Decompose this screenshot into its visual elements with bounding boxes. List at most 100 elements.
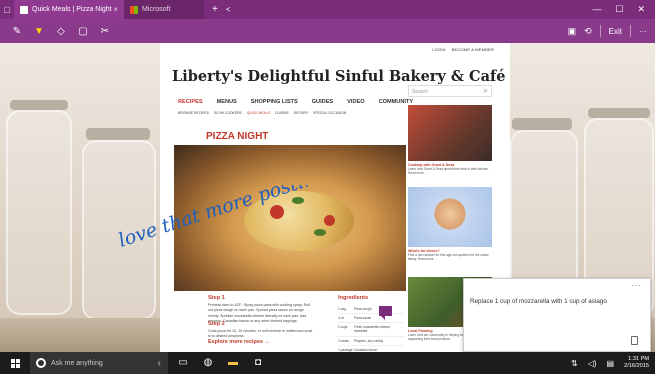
nav-menus[interactable]: MENUS (217, 99, 237, 105)
edge-browser-icon[interactable]: ◍ (201, 356, 215, 370)
file-explorer-icon[interactable]: ▬ (226, 356, 240, 370)
tab-scroll-back-button[interactable]: < (226, 5, 231, 14)
table-row: 4 oz Pizza sauce (338, 314, 404, 324)
microphone-icon[interactable]: ♀ (156, 359, 162, 368)
ingredient-qty: 2 cups (338, 325, 348, 330)
ingredient-qty: 4 oz (338, 316, 345, 321)
restore-button[interactable]: ☐ (615, 4, 623, 15)
subnav-special-occasion[interactable]: SPECIAL OCCASION (313, 111, 346, 115)
tab-label: Microsoft (142, 6, 171, 13)
eraser-icon[interactable]: ◇ (50, 26, 72, 37)
login-link[interactable]: LOGIN (432, 47, 445, 52)
more-button[interactable]: ··· (639, 27, 647, 36)
clip-icon[interactable]: ✂ (94, 26, 116, 37)
subnav-quick-meals[interactable]: QUICK MEALS (247, 111, 270, 115)
delete-note-icon[interactable] (631, 336, 638, 345)
task-view-icon[interactable]: ▭ (176, 356, 190, 370)
cortana-placeholder: Ask me anything (51, 359, 103, 367)
close-window-button[interactable]: ✕ (637, 4, 645, 15)
tab-microsoft[interactable]: Microsoft (124, 0, 204, 19)
jar-lid (86, 128, 150, 140)
jar-lid (10, 100, 68, 110)
side-card-image (408, 187, 492, 247)
divider (630, 25, 631, 37)
microsoft-logo-icon (130, 5, 138, 14)
tab-preview-icon[interactable]: ▢ (0, 3, 14, 17)
step2-title: Step 2 (208, 321, 225, 327)
cortana-icon (36, 358, 46, 368)
sub-nav: BROWSE RECIPES SLOW COOKERS QUICK MEALS … (178, 111, 346, 115)
subnav-browse-recipes[interactable]: BROWSE RECIPES (178, 111, 209, 115)
action-center-icon[interactable]: ▤ (607, 359, 615, 368)
tomato-topping (270, 205, 284, 219)
table-row: 1 bag Pizza dough (338, 305, 404, 315)
minimize-button[interactable]: — (592, 4, 601, 15)
nav-video[interactable]: VIDEO (347, 99, 364, 105)
glass-jar (82, 140, 156, 320)
tomato-topping (324, 215, 335, 226)
pizza-hero-image (174, 145, 406, 291)
ingredients-title: Ingredients (338, 295, 369, 301)
cortana-search-box[interactable]: Ask me anything ♀ (30, 352, 168, 374)
search-input[interactable]: Search ⌕ (408, 85, 492, 97)
nav-shopping-lists[interactable]: SHOPPING LISTS (251, 99, 298, 105)
jar-lid (588, 108, 650, 118)
page-favicon-icon (20, 5, 28, 14)
clock[interactable]: 1:31 PM 2/16/2015 (624, 356, 649, 370)
side-card[interactable]: Cooking with Grant & Desa Learn how Gran… (408, 105, 492, 176)
note-marker-icon[interactable] (379, 306, 392, 320)
jar-lid (512, 118, 572, 130)
save-icon[interactable]: ▣ (568, 26, 577, 37)
tab-bar: ▢ Quick Meals | Pizza Night × Microsoft … (0, 0, 655, 19)
ingredient-item: Peppers, any variety (354, 338, 384, 343)
subnav-slow-cookers[interactable]: SLOW COOKERS (214, 111, 242, 115)
web-page: LOGIN BECOME A MEMBER Liberty's Delightf… (160, 43, 510, 365)
exit-button[interactable]: Exit (609, 27, 622, 36)
pen-icon[interactable]: ✎ (6, 26, 28, 37)
subnav-cuisine[interactable]: CUISINE (275, 111, 289, 115)
taskbar-apps: ▭ ◍ ▬ ◘ (176, 356, 265, 370)
table-row: 2 whole Peppers, any variety (338, 337, 404, 346)
ingredient-item: Pizza dough (354, 307, 372, 311)
basil-topping (314, 229, 326, 236)
tab-close-icon[interactable]: × (113, 5, 118, 14)
glass-jar (6, 110, 72, 315)
search-icon[interactable]: ⌕ (484, 86, 488, 96)
screen: ▢ Quick Meals | Pizza Night × Microsoft … (0, 0, 655, 374)
clock-date: 2/16/2015 (624, 363, 649, 369)
windows-logo-icon (10, 358, 20, 368)
subnav-dietary[interactable]: DIETARY (294, 111, 308, 115)
store-icon[interactable]: ◘ (251, 356, 265, 370)
web-note-toolbar: ✎ ▼ ◇ ▢ ✂ ▣ ⟲ Exit ··· (0, 19, 655, 43)
new-tab-button[interactable]: + (212, 4, 218, 15)
note-text[interactable]: Replace 1 cup of mozzarella with 1 cup o… (470, 298, 607, 305)
nav-guides[interactable]: GUIDES (312, 99, 333, 105)
main-nav: RECIPES MENUS SHOPPING LISTS GUIDES VIDE… (178, 99, 413, 105)
start-button[interactable] (0, 352, 30, 374)
network-icon[interactable]: ⇅ (571, 359, 578, 368)
search-placeholder: Search (412, 89, 428, 95)
share-icon[interactable]: ⟲ (584, 26, 592, 37)
ingredient-qty: 2 whole (338, 338, 349, 343)
toolbar-right: ▣ ⟲ Exit ··· (568, 25, 655, 37)
highlighter-icon[interactable]: ▼ (28, 26, 50, 37)
section-title: PIZZA NIGHT (206, 131, 269, 142)
site-title: Liberty's Delightful Sinful Bakery & Caf… (172, 68, 506, 85)
nav-recipes[interactable]: RECIPES (178, 99, 203, 105)
explore-more-link[interactable]: Explore more recipes → (208, 339, 270, 345)
clock-time: 1:31 PM (628, 356, 649, 363)
top-links: LOGIN BECOME A MEMBER (432, 47, 494, 52)
note-more-button[interactable]: ··· (631, 281, 642, 290)
ingredient-qty: 1 bag (338, 307, 346, 311)
web-note-popup[interactable]: ··· Replace 1 cup of mozzarella with 1 c… (463, 278, 651, 352)
side-card[interactable]: What's for dinner? Find a new answer for… (408, 187, 492, 262)
step1-title: Step 1 (208, 295, 225, 301)
tab-quick-meals[interactable]: Quick Meals | Pizza Night × (14, 0, 124, 19)
system-tray: ⇅ ◁) ▤ 1:31 PM 2/16/2015 (571, 356, 655, 370)
tab-label: Quick Meals | Pizza Night (32, 6, 112, 13)
window-controls: — ☐ ✕ (592, 4, 655, 15)
volume-icon[interactable]: ◁) (588, 359, 597, 368)
add-note-icon[interactable]: ▢ (72, 26, 94, 37)
divider (599, 25, 601, 37)
become-member-link[interactable]: BECOME A MEMBER (452, 47, 494, 52)
